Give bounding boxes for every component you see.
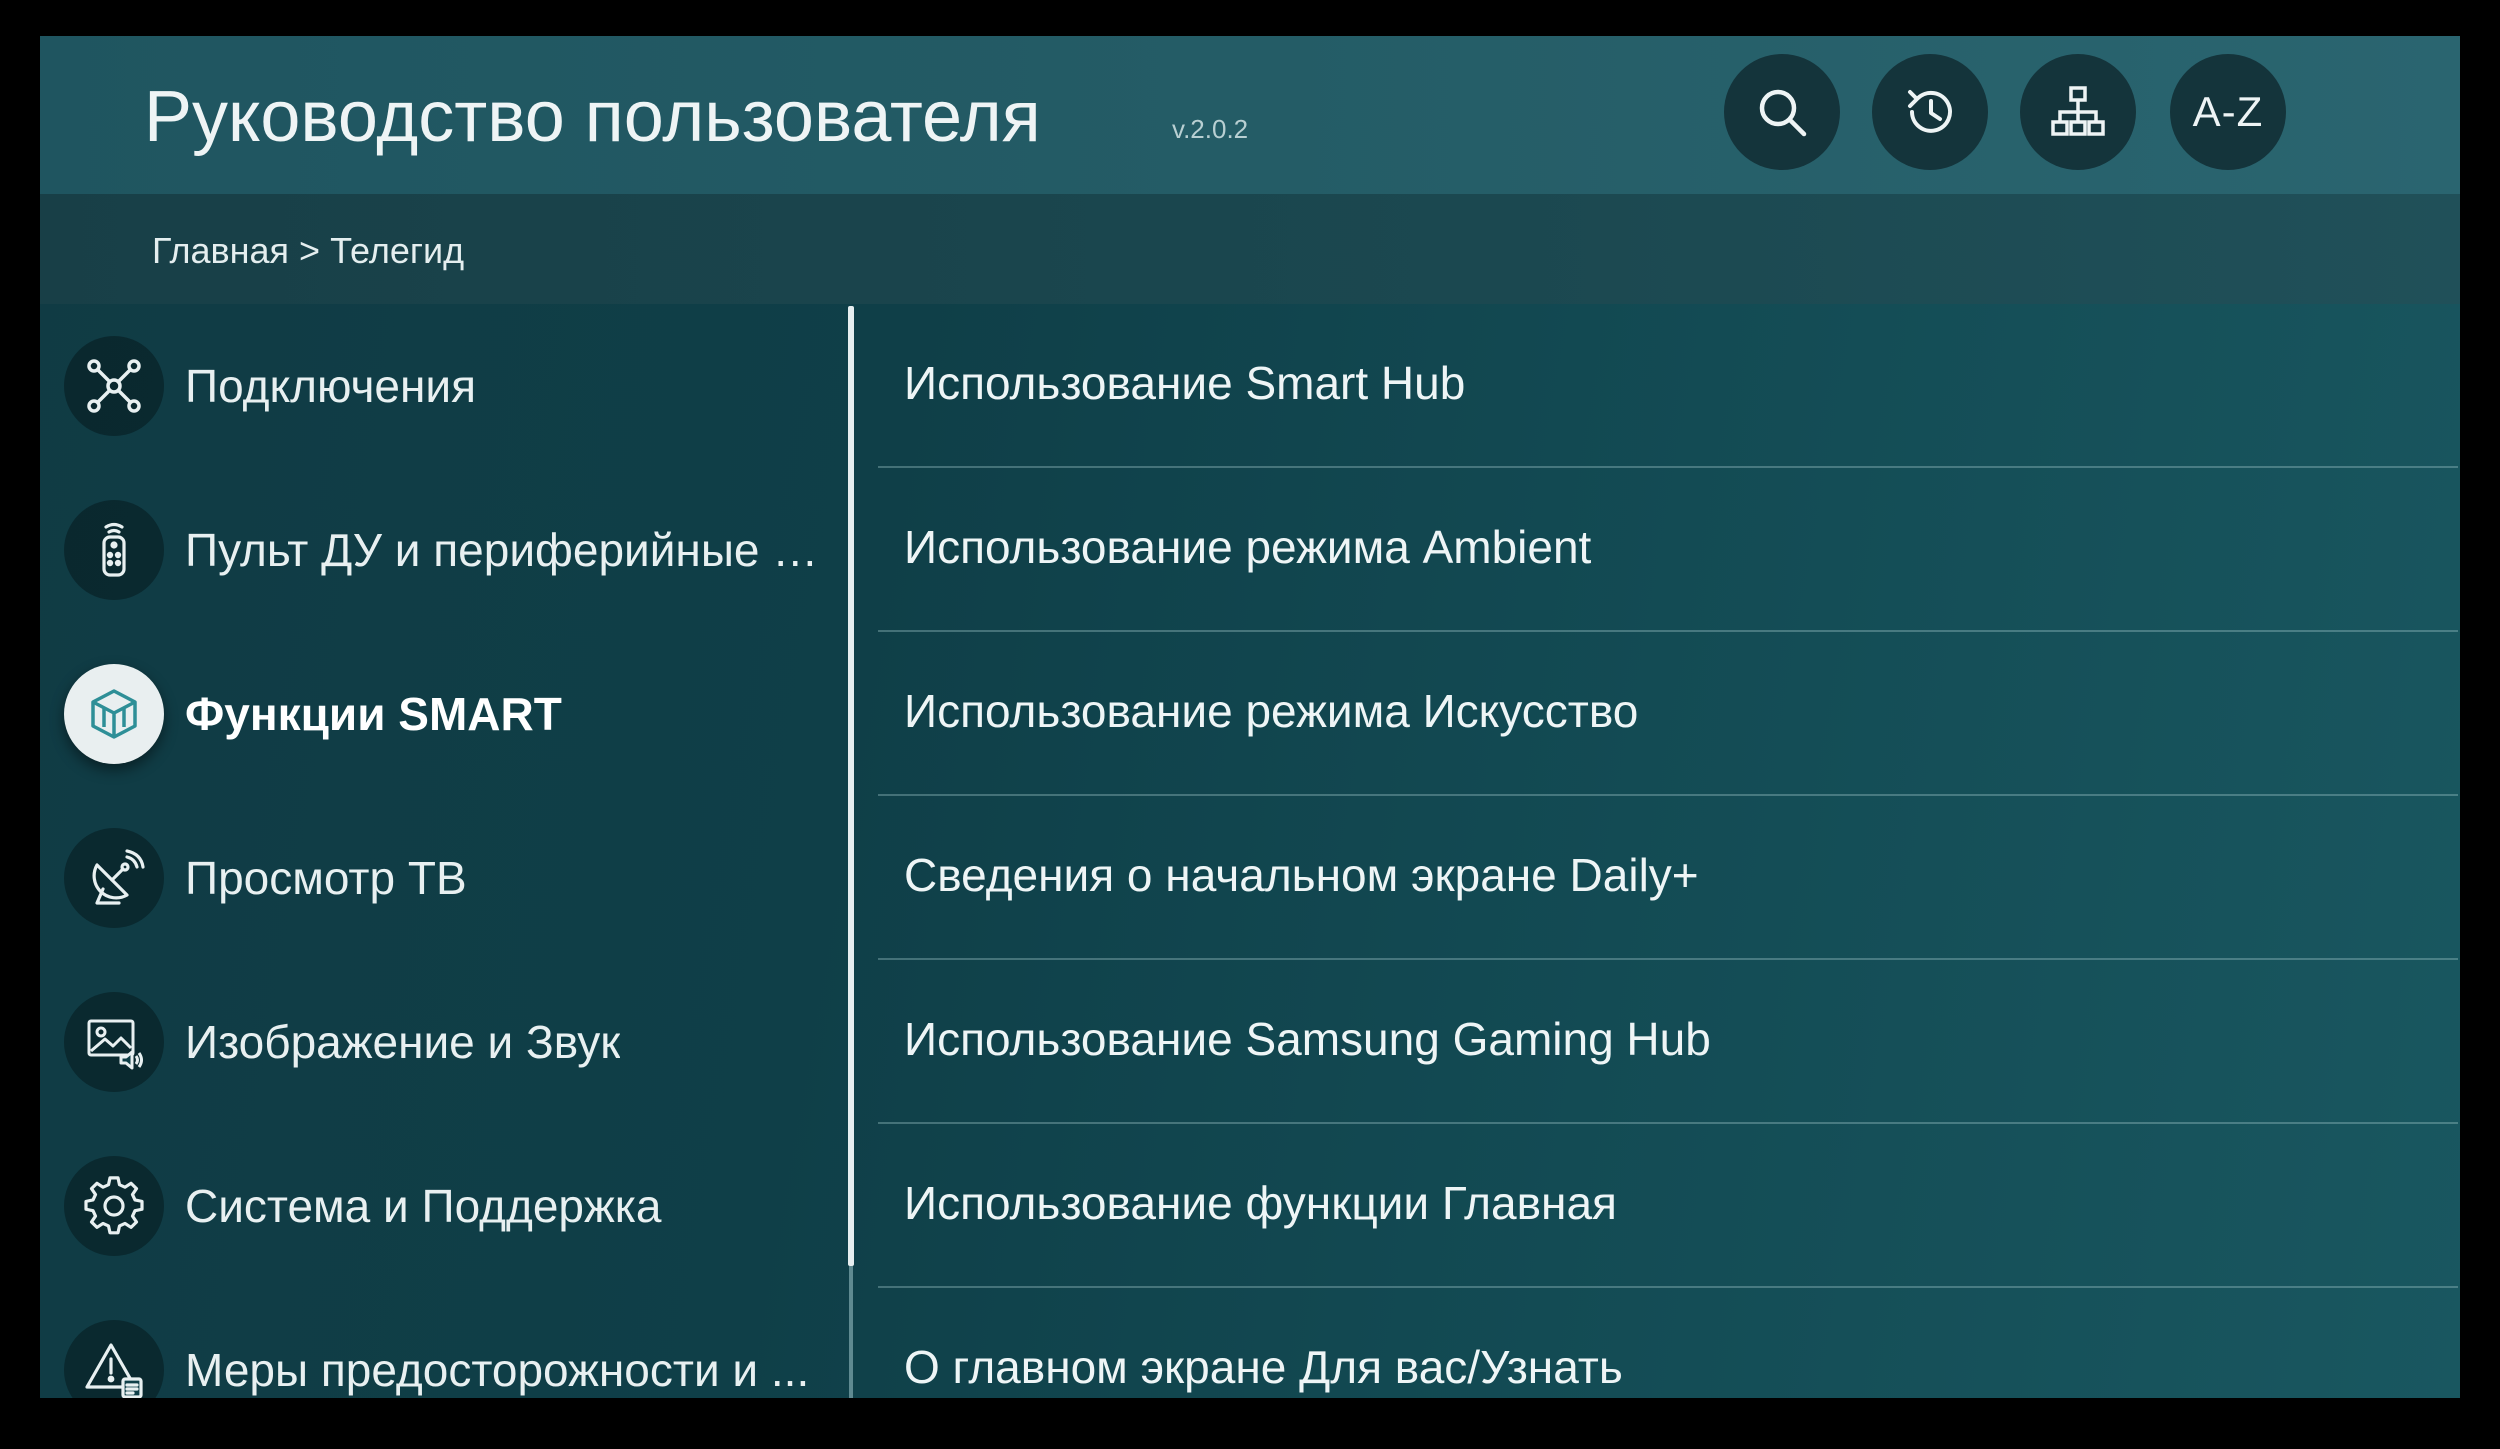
sidebar: Подключения Пульт ДУ и периферийные у... (40, 304, 848, 1398)
sidebar-icon-wrap (64, 992, 164, 1092)
sidebar-icon-wrap (64, 1156, 164, 1256)
history-button[interactable] (1872, 54, 1988, 170)
history-icon (1908, 90, 1952, 133)
breadcrumb: Главная > Телегид (152, 230, 464, 272)
list-item[interactable]: Использование режима Ambient (878, 468, 2458, 632)
search-button[interactable] (1724, 54, 1840, 170)
remote-icon (102, 522, 126, 577)
sidebar-item-label: Подключения (185, 360, 477, 412)
sidebar-item-smart-functions[interactable]: Функции SMART (40, 632, 848, 796)
sidebar-icon-wrap (64, 500, 164, 600)
connections-icon (87, 359, 141, 413)
breadcrumb-separator: > (299, 230, 321, 271)
az-label: A-Z (2192, 88, 2264, 135)
list-item-label: Сведения о начальном экране Daily+ (904, 849, 1699, 901)
tv-screen: Руководство пользователя v.2.0.2 A-Z Гла… (40, 36, 2460, 1398)
sidebar-item-watch-tv[interactable]: Просмотр ТВ (40, 796, 848, 960)
list-item[interactable]: Использование Samsung Gaming Hub (878, 960, 2458, 1124)
page-title: Руководство пользователя (144, 77, 1041, 157)
sidebar-icon-wrap (64, 1320, 164, 1398)
sidebar-item-label: Меры предосторожности и ... (185, 1344, 810, 1396)
smart-cube-icon (91, 689, 137, 739)
list-item-label: Использование режима Ambient (904, 521, 1592, 573)
sidebar-item-label: Просмотр ТВ (185, 852, 467, 904)
az-index-button[interactable]: A-Z (2170, 54, 2286, 170)
list-item-label: Использование Samsung Gaming Hub (904, 1013, 1711, 1065)
version-label: v.2.0.2 (1172, 114, 1249, 144)
header-bar: Руководство пользователя v.2.0.2 A-Z (40, 36, 2460, 194)
list-item[interactable]: Сведения о начальном экране Daily+ (878, 796, 2458, 960)
sidebar-icon-wrap (64, 336, 164, 436)
list-item[interactable]: Использование режима Искусство (878, 632, 2458, 796)
sidebar-item-connections[interactable]: Подключения (40, 304, 848, 468)
list-item-label: Использование функции Главная (904, 1177, 1617, 1229)
breadcrumb-bar: Главная > Телегид (40, 194, 2460, 304)
list-item-label: Использование режима Искусство (904, 685, 1639, 737)
breadcrumb-home[interactable]: Главная (152, 230, 289, 272)
sidebar-icon-wrap-selected (64, 664, 164, 764)
sidebar-item-remote[interactable]: Пульт ДУ и периферийные у... (40, 468, 848, 632)
sidebar-item-picture-sound[interactable]: Изображение и Звук (40, 960, 848, 1124)
sidebar-item-precautions[interactable]: Меры предосторожности и ... (40, 1288, 848, 1398)
list-item-label: Использование Smart Hub (904, 357, 1466, 409)
gear-icon (84, 1176, 144, 1235)
sidebar-item-label: Пульт ДУ и периферийные у... (185, 524, 825, 576)
list-item[interactable]: Использование функции Главная (878, 1124, 2458, 1288)
sidebar-divider (849, 1266, 853, 1398)
sitemap-button[interactable] (2020, 54, 2136, 170)
breadcrumb-current: Телегид (330, 230, 465, 271)
sidebar-item-label: Система и Поддержка (185, 1180, 662, 1232)
list-item-label: О главном экране Для вас/Узнать (904, 1341, 1623, 1393)
sidebar-icon-wrap (64, 828, 164, 928)
sidebar-item-label: Изображение и Звук (185, 1016, 621, 1068)
sidebar-item-label-selected: Функции SMART (185, 688, 562, 740)
search-icon (1759, 89, 1807, 137)
sitemap-icon (2051, 86, 2105, 136)
warning-icon (85, 1343, 143, 1398)
topic-list: Использование Smart Hub Использование ре… (860, 304, 2460, 1398)
picture-sound-icon (87, 1019, 143, 1070)
list-item[interactable]: О главном экране Для вас/Узнать (878, 1288, 2458, 1398)
list-item[interactable]: Использование Smart Hub (878, 304, 2458, 468)
sidebar-item-system-support[interactable]: Система и Поддержка (40, 1124, 848, 1288)
sidebar-focus-divider (848, 306, 854, 1266)
satellite-dish-icon (92, 849, 145, 905)
